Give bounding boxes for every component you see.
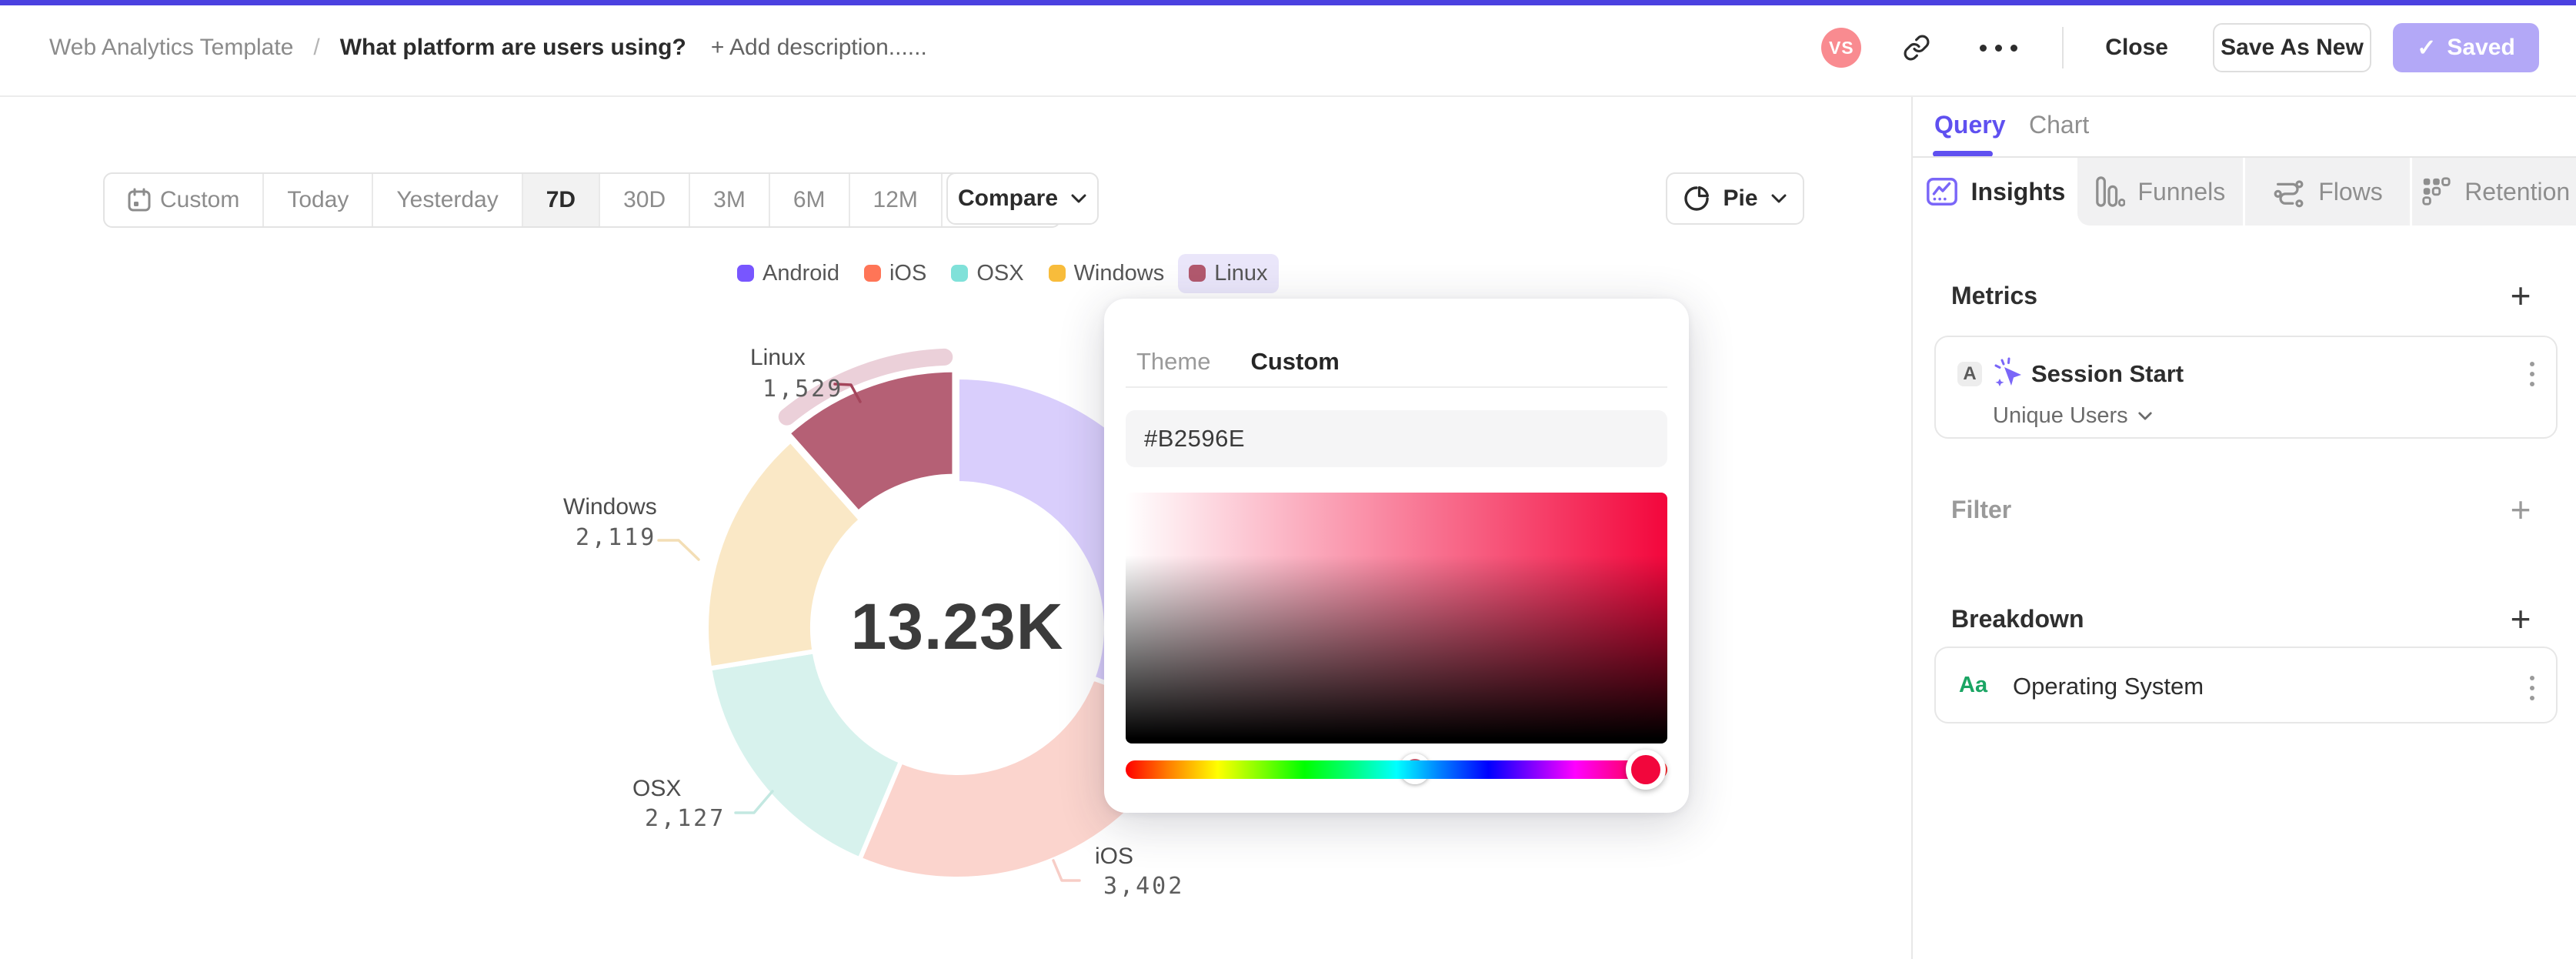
share-link-icon[interactable]	[1903, 34, 1930, 62]
compare-button[interactable]: Compare	[946, 172, 1099, 225]
legend-swatch	[951, 265, 969, 282]
breakdown-property-name[interactable]: Operating System	[2013, 673, 2204, 700]
metric-card[interactable]: A Session Start Unique Users	[1934, 336, 2558, 439]
metric-event-name[interactable]: Session Start	[2031, 360, 2184, 388]
view-tab-funnels[interactable]: Funnels	[2077, 158, 2243, 226]
add-description-button[interactable]: + Add description......	[711, 35, 927, 61]
save-as-new-button[interactable]: Save As New	[2213, 23, 2371, 72]
retention-icon	[2420, 175, 2452, 209]
string-property-icon: Aa	[1959, 673, 1988, 697]
date-range-6m[interactable]: 6M	[770, 174, 850, 226]
chevron-down-icon	[2137, 411, 2153, 421]
callout-value-windows: 2,119	[576, 524, 657, 551]
legend-label: Linux	[1214, 260, 1268, 286]
header-actions: VS Close Save As New ✓ Saved	[1821, 0, 2539, 95]
chart-legend: Android iOS OSX Windows Linux	[726, 253, 1279, 293]
callout-name-windows: Windows	[563, 494, 657, 520]
header-divider	[2062, 27, 2064, 68]
breakdown-menu-icon[interactable]	[2530, 676, 2534, 700]
breakdown-heading: Breakdown	[1951, 605, 2084, 633]
callout-name-linux: Linux	[750, 345, 806, 370]
avatar[interactable]: VS	[1821, 28, 1862, 68]
callout-line-ios	[1052, 859, 1081, 882]
callout-line-windows	[657, 539, 700, 561]
legend-label: Android	[762, 260, 839, 286]
legend-label: OSX	[976, 260, 1024, 286]
hue-slider-handle[interactable]	[1625, 750, 1666, 790]
legend-item-ios[interactable]: iOS	[853, 254, 937, 293]
date-range-yesterday[interactable]: Yesterday	[373, 174, 523, 226]
page-title[interactable]: What platform are users using?	[340, 35, 686, 61]
tab-custom[interactable]: Custom	[1250, 348, 1339, 376]
legend-item-windows[interactable]: Windows	[1038, 254, 1176, 293]
metric-series-badge: A	[1957, 362, 1982, 386]
chart-type-button[interactable]: Pie	[1666, 172, 1804, 225]
date-range-today[interactable]: Today	[264, 174, 374, 226]
color-picker-tabs: Theme Custom	[1136, 348, 1340, 376]
color-picker-popup: Theme Custom #B2596E	[1104, 299, 1689, 813]
legend-swatch	[863, 265, 881, 282]
callout-name-osx: OSX	[632, 776, 682, 801]
legend-item-osx[interactable]: OSX	[940, 254, 1034, 293]
add-breakdown-button[interactable]: +	[2504, 601, 2538, 637]
legend-swatch	[737, 265, 754, 282]
breadcrumb: Web Analytics Template / What platform a…	[49, 0, 927, 95]
date-range-7d[interactable]: 7D	[522, 174, 601, 226]
add-metric-button[interactable]: +	[2504, 278, 2538, 313]
metric-aggregation[interactable]: Unique Users	[1993, 403, 2153, 429]
donut-slice-osx[interactable]	[707, 649, 903, 862]
date-range-12m[interactable]: 12M	[850, 174, 943, 226]
legend-item-android[interactable]: Android	[726, 254, 850, 293]
flows-icon	[2272, 175, 2306, 209]
breakdown-card[interactable]: Aa Operating System	[1934, 647, 2558, 723]
metrics-heading: Metrics	[1951, 282, 2038, 309]
app-header: Web Analytics Template / What platform a…	[0, 0, 2576, 97]
saturation-value-panel[interactable]	[1126, 493, 1667, 784]
view-tab-insights[interactable]: Insights	[1913, 158, 2077, 226]
view-tab-retention[interactable]: Retention	[2410, 158, 2576, 226]
calendar-icon	[128, 188, 151, 212]
chevron-down-icon	[1070, 193, 1087, 204]
legend-label: iOS	[889, 260, 927, 286]
more-options-icon[interactable]	[1980, 44, 2018, 52]
callout-value-ios: 3,402	[1103, 873, 1185, 900]
callout-value-linux: 1,529	[762, 376, 844, 403]
legend-swatch	[1189, 265, 1206, 282]
pie-chart-icon	[1683, 185, 1710, 212]
breadcrumb-project[interactable]: Web Analytics Template	[49, 35, 293, 61]
saved-button[interactable]: ✓ Saved	[2393, 23, 2539, 72]
funnels-icon	[2094, 175, 2126, 209]
breadcrumb-separator: /	[313, 35, 320, 60]
callout-value-osx: 2,127	[645, 805, 726, 832]
callout-name-ios: iOS	[1095, 844, 1134, 869]
legend-swatch	[1048, 265, 1066, 282]
filter-heading: Filter	[1951, 496, 2012, 523]
top-accent-bar	[0, 0, 2576, 5]
view-tab-strip: Funnels Flows Retention	[2077, 158, 2576, 226]
hex-color-input[interactable]: #B2596E	[1126, 410, 1667, 467]
add-filter-button[interactable]: +	[2504, 492, 2538, 527]
date-range-custom[interactable]: Custom	[105, 174, 265, 226]
donut-total-value: 13.23K	[850, 590, 1064, 663]
date-range-selector: CustomTodayYesterday7D30D3M6M12MXTD	[103, 172, 1061, 228]
legend-label: Windows	[1073, 260, 1165, 286]
metric-menu-icon[interactable]	[2530, 362, 2534, 386]
tab-query[interactable]: Query	[1934, 111, 2005, 139]
check-icon: ✓	[2417, 35, 2437, 61]
view-tab-flows[interactable]: Flows	[2242, 158, 2411, 226]
date-range-3m[interactable]: 3M	[690, 174, 770, 226]
picker-divider	[1126, 386, 1667, 388]
legend-item-linux[interactable]: Linux	[1178, 253, 1279, 293]
tab-theme[interactable]: Theme	[1136, 348, 1210, 376]
close-button[interactable]: Close	[2097, 35, 2176, 61]
query-sidebar: Query Chart Insights Funnels Flows Reten…	[1911, 97, 2576, 959]
date-range-30d[interactable]: 30D	[600, 174, 691, 226]
hue-slider[interactable]	[1126, 760, 1667, 779]
chevron-down-icon	[1770, 193, 1787, 204]
event-sparkle-icon	[1993, 357, 2027, 391]
tab-chart[interactable]: Chart	[2029, 111, 2089, 139]
insights-icon	[1925, 175, 1959, 209]
